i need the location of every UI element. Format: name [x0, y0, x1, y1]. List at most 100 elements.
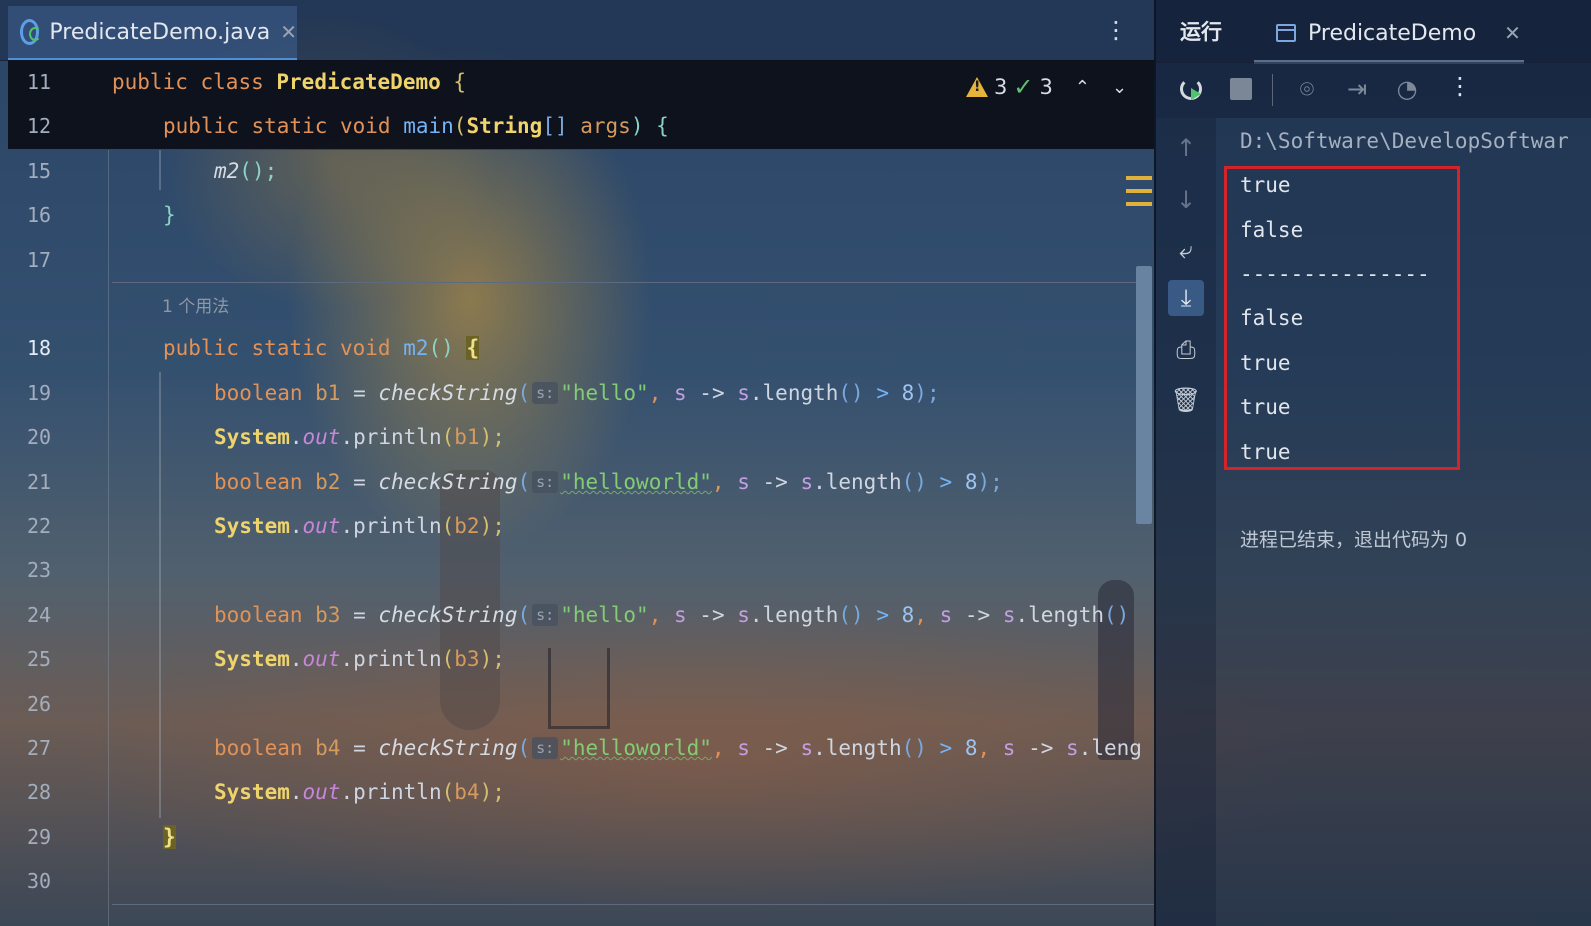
code-token: out: [302, 425, 341, 449]
arrow-up-icon[interactable]: ↑: [1168, 130, 1204, 166]
structure-menu-icon[interactable]: [1126, 176, 1152, 206]
code-token: checkString: [378, 736, 518, 760]
line-number: 30: [26, 869, 52, 893]
code-token: (): [428, 336, 467, 360]
code-line-18[interactable]: public static void m2() {: [163, 326, 480, 370]
stop-button[interactable]: [1224, 72, 1258, 106]
code-token: ->: [686, 381, 738, 405]
code-token: =: [340, 470, 379, 494]
parameter-hint: s:: [532, 382, 559, 404]
trash-icon[interactable]: 🗑: [1168, 382, 1204, 418]
code-line-28[interactable]: System.out.println(b4);: [214, 770, 505, 814]
more-options-icon[interactable]: ⋮: [1448, 72, 1472, 100]
code-token: ,: [648, 603, 674, 627]
editor-tab-predicatedemo[interactable]: PredicateDemo.java ✕: [8, 6, 297, 61]
code-line-29[interactable]: }: [163, 815, 176, 859]
code-token: s: [737, 381, 750, 405]
code-token: System: [214, 647, 290, 671]
code-line-11[interactable]: public class PredicateDemo {: [112, 60, 466, 104]
usages-hint[interactable]: 1 个用法: [162, 292, 229, 317]
code-token: ();: [239, 159, 278, 183]
restore-layout-button[interactable]: ⇥: [1340, 72, 1374, 106]
profiler-button[interactable]: ◔: [1390, 72, 1424, 106]
code-token: .println: [340, 514, 442, 538]
code-token: );: [479, 514, 505, 538]
code-token: .: [289, 514, 303, 538]
line-number: 20: [26, 425, 52, 449]
code-token: (): [901, 736, 927, 760]
code-token: []: [542, 114, 581, 138]
code-token: ,: [977, 736, 1003, 760]
warning-count: 3: [994, 75, 1008, 99]
code-token: m2: [214, 159, 240, 183]
code-token: public static void: [163, 336, 404, 360]
code-line-12[interactable]: public static void main(String[] args) {: [163, 104, 669, 148]
code-line-16[interactable]: }: [163, 193, 176, 237]
code-token: ,: [711, 736, 738, 760]
scroll-to-end-icon[interactable]: ⤓: [1168, 280, 1204, 316]
code-token: b2: [454, 514, 480, 538]
run-config-tab[interactable]: PredicateDemo ✕: [1254, 6, 1524, 64]
code-line-24[interactable]: boolean b3 = checkString(s: "hello", s ->…: [214, 593, 1154, 637]
print-icon[interactable]: ⎙: [1168, 332, 1204, 368]
code-token: b3: [454, 647, 480, 671]
close-icon[interactable]: ✕: [280, 20, 297, 44]
code-line-19[interactable]: boolean b1 = checkString(s: "hello", s ->…: [214, 371, 940, 415]
line-number: 17: [26, 248, 52, 272]
line-number: 11: [26, 70, 52, 94]
code-token: .length: [813, 470, 902, 494]
code-token: out: [302, 514, 341, 538]
code-token: =: [340, 603, 379, 627]
run-title: 运行: [1180, 20, 1222, 44]
check-count: 3: [1039, 75, 1053, 99]
close-icon[interactable]: ✕: [1504, 21, 1521, 45]
code-token: b4: [315, 736, 341, 760]
line-number: 26: [26, 692, 52, 716]
code-token: );: [977, 470, 1003, 494]
line-number: 29: [26, 825, 52, 849]
code-token: =: [340, 381, 379, 405]
code-token: (: [441, 647, 455, 671]
code-token: 8: [964, 736, 978, 760]
code-token: args: [580, 114, 631, 138]
parameter-hint: s:: [532, 471, 559, 493]
code-token: );: [479, 425, 505, 449]
indent-guide: [159, 150, 161, 190]
code-line-25[interactable]: System.out.println(b3);: [214, 637, 505, 681]
screenshot-button[interactable]: ⌾: [1290, 72, 1324, 106]
code-token: (: [517, 470, 531, 494]
gauge-icon: ◔: [1396, 75, 1418, 103]
soft-wrap-icon[interactable]: ⤶: [1168, 232, 1204, 268]
stop-icon: [1230, 78, 1252, 100]
console-path: D:\Software\DevelopSoftwar: [1240, 129, 1569, 153]
code-line-21[interactable]: boolean b2 = checkString(s: "helloworld",…: [214, 460, 1003, 504]
code-token: public static void: [163, 114, 404, 138]
code-line-22[interactable]: System.out.println(b2);: [214, 504, 505, 548]
code-token: ) {: [630, 114, 669, 138]
code-token: {: [466, 336, 480, 360]
line-number: 18: [26, 336, 52, 360]
code-token: ->: [749, 736, 801, 760]
chevron-down-icon[interactable]: ⌄: [1112, 77, 1127, 98]
code-token: >: [926, 470, 965, 494]
code-token: );: [479, 780, 505, 804]
run-tab-title: PredicateDemo: [1308, 20, 1477, 46]
code-token: .: [289, 780, 303, 804]
arrow-down-icon[interactable]: ↓: [1168, 182, 1204, 218]
parameter-hint: s:: [532, 604, 559, 626]
code-token: System: [214, 514, 290, 538]
more-options-icon[interactable]: ⋮: [1104, 14, 1128, 46]
code-line-27[interactable]: boolean b4 = checkString(s: "helloworld",…: [214, 726, 1154, 770]
code-token: ->: [686, 603, 738, 627]
code-token: 8: [901, 381, 915, 405]
code-line-15[interactable]: m2();: [214, 149, 277, 193]
editor-scrollbar[interactable]: [1136, 266, 1152, 524]
code-line-20[interactable]: System.out.println(b1);: [214, 415, 505, 459]
rerun-button[interactable]: [1174, 72, 1208, 106]
code-token: .println: [340, 780, 442, 804]
code-token: .length: [749, 381, 839, 405]
code-token: boolean: [214, 470, 316, 494]
code-token: .length: [1015, 603, 1104, 627]
chevron-up-icon[interactable]: ⌃: [1075, 77, 1090, 98]
inspection-widget[interactable]: 3 ✓ 3 ⌃ ⌄: [966, 70, 1127, 104]
